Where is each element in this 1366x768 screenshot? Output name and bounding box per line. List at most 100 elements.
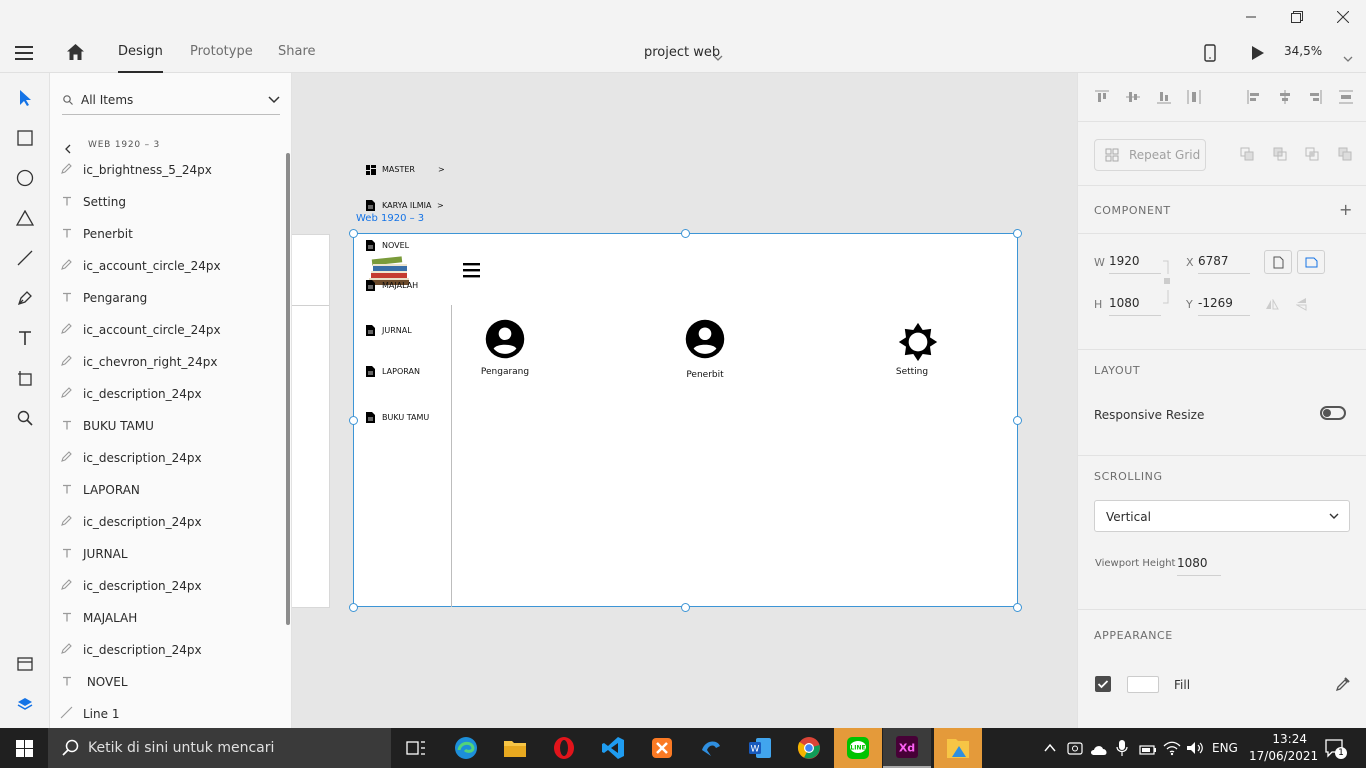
device-preview-icon[interactable] <box>1204 44 1216 66</box>
flip-vertical-icon[interactable] <box>1295 296 1308 315</box>
rectangle-tool-icon[interactable] <box>12 125 38 151</box>
layer-item[interactable]: JURNAL <box>50 538 286 570</box>
document-title[interactable]: project web <box>644 45 720 60</box>
responsive-resize-toggle[interactable] <box>1320 406 1346 420</box>
layer-item[interactable]: Setting <box>50 186 286 218</box>
clock-date[interactable]: 17/06/2021 <box>1249 749 1318 763</box>
edge-browser-icon[interactable] <box>442 728 490 768</box>
subtract-boolean-icon[interactable] <box>1273 147 1287 161</box>
clock-time[interactable]: 13:24 <box>1265 732 1307 746</box>
chevron-down-icon[interactable] <box>713 47 723 66</box>
resize-handle[interactable] <box>349 229 358 238</box>
tab-design[interactable]: Design <box>118 33 163 73</box>
onedrive-icon[interactable] <box>1090 741 1108 760</box>
layer-item[interactable]: MAJALAH <box>50 602 286 634</box>
width-field[interactable]: 1920 <box>1109 250 1161 274</box>
layer-item[interactable]: LAPORAN <box>50 474 286 506</box>
photos-app-icon[interactable] <box>934 728 982 768</box>
layer-item[interactable]: ic_account_circle_24px <box>50 250 286 282</box>
resize-handle[interactable] <box>681 603 690 612</box>
resize-handle[interactable] <box>1013 603 1022 612</box>
taskbar-search-box[interactable]: Ketik di sini untuk mencari <box>48 728 391 768</box>
layer-item[interactable]: ic_chevron_right_24px <box>50 346 286 378</box>
align-top-icon[interactable] <box>1094 89 1110 109</box>
vscode-icon[interactable] <box>589 728 637 768</box>
task-view-icon[interactable] <box>392 728 440 768</box>
home-icon[interactable] <box>66 43 85 65</box>
height-field[interactable]: 1080 <box>1109 292 1161 316</box>
align-middle-icon[interactable] <box>1125 89 1141 109</box>
repeat-grid-button[interactable]: Repeat Grid <box>1094 139 1206 171</box>
adobe-xd-icon[interactable]: Xd <box>883 728 931 768</box>
tab-prototype[interactable]: Prototype <box>190 33 253 73</box>
microphone-icon[interactable] <box>1116 739 1128 761</box>
restore-button[interactable] <box>1274 0 1320 33</box>
tab-share[interactable]: Share <box>278 33 316 73</box>
hamburger-menu-icon[interactable] <box>463 262 480 282</box>
chrome-icon[interactable] <box>785 728 833 768</box>
layer-item[interactable]: ic_description_24px <box>50 378 286 410</box>
line-tool-icon[interactable] <box>12 245 38 271</box>
viewport-height-field[interactable]: 1080 <box>1177 552 1221 576</box>
eyedropper-icon[interactable] <box>1335 676 1351 696</box>
align-bottom-icon[interactable] <box>1156 89 1172 109</box>
zoom-tool-icon[interactable] <box>12 405 38 431</box>
align-left-icon[interactable] <box>1246 89 1262 109</box>
layers-breadcrumb[interactable]: WEB 1920 – 3 <box>88 140 160 150</box>
layer-item[interactable]: ic_description_24px <box>50 506 286 538</box>
minimize-button[interactable] <box>1228 0 1274 33</box>
zoom-level[interactable]: 34,5% <box>1284 44 1322 58</box>
resize-handle[interactable] <box>1013 229 1022 238</box>
neighbor-artboard[interactable] <box>292 234 330 608</box>
battery-icon[interactable] <box>1139 741 1157 760</box>
exclude-boolean-icon[interactable] <box>1338 147 1352 161</box>
add-boolean-icon[interactable] <box>1240 147 1254 161</box>
file-explorer-icon[interactable] <box>491 728 539 768</box>
artboard[interactable]: MASTER > KARYA ILMIA > NOVEL MAJALAH JURNAL LAP… <box>353 164 1018 607</box>
fill-checkbox[interactable] <box>1095 676 1111 692</box>
layer-item[interactable]: Penerbit <box>50 218 286 250</box>
ellipse-tool-icon[interactable] <box>12 165 38 191</box>
layers-scrollbar[interactable] <box>286 153 290 625</box>
pen-tool-icon[interactable] <box>12 285 38 311</box>
meet-now-icon[interactable] <box>1067 740 1083 760</box>
account-circle-icon[interactable] <box>484 318 526 364</box>
lock-aspect-icon[interactable] <box>1163 260 1171 308</box>
word-icon[interactable]: W <box>736 728 784 768</box>
artboard-menu-item[interactable]: LAPORAN <box>366 364 446 378</box>
layers-search[interactable]: All Items <box>62 87 280 115</box>
artboard-tool-icon[interactable] <box>12 365 38 391</box>
line-app-icon[interactable]: LINE <box>834 728 882 768</box>
play-preview-icon[interactable] <box>1251 45 1265 65</box>
layer-item[interactable]: ic_description_24px <box>50 442 286 474</box>
xampp-icon[interactable] <box>638 728 686 768</box>
layer-item[interactable]: BUKU TAMU <box>50 410 286 442</box>
distribute-horizontal-icon[interactable] <box>1338 89 1354 109</box>
zoom-dropdown-icon[interactable] <box>1343 48 1353 67</box>
design-canvas[interactable]: Web 1920 – 3 MASTER > KARYA ILMIA > NOVEL MAJ… <box>292 73 1077 728</box>
artboard-menu-item[interactable]: MASTER > <box>366 162 446 176</box>
scrolling-select[interactable]: Vertical <box>1094 500 1350 532</box>
artboard-menu-item[interactable]: BUKU TAMU <box>366 410 446 424</box>
add-component-icon[interactable]: + <box>1339 200 1352 219</box>
layer-item[interactable]: NOVEL <box>50 666 286 698</box>
align-center-icon[interactable] <box>1277 89 1293 109</box>
intersect-boolean-icon[interactable] <box>1305 147 1319 161</box>
layers-panel-icon[interactable] <box>12 691 38 717</box>
polygon-tool-icon[interactable] <box>12 205 38 231</box>
resize-handle[interactable] <box>349 603 358 612</box>
windows-start-icon[interactable] <box>0 728 48 768</box>
dolphin-app-icon[interactable] <box>687 728 735 768</box>
close-window-button[interactable] <box>1320 0 1366 33</box>
select-tool-icon[interactable] <box>12 85 38 111</box>
opera-browser-icon[interactable] <box>540 728 588 768</box>
layer-item[interactable]: ic_account_circle_24px <box>50 314 286 346</box>
artboard-label[interactable]: Web 1920 – 3 <box>356 213 424 224</box>
artboard-menu-item[interactable]: KARYA ILMIA > <box>366 198 446 212</box>
volume-icon[interactable] <box>1186 740 1204 760</box>
artboard-menu-item[interactable]: JURNAL <box>366 323 446 337</box>
brightness-icon[interactable] <box>898 322 938 366</box>
show-hidden-icons-icon[interactable] <box>1043 740 1057 759</box>
resize-handle[interactable] <box>681 229 690 238</box>
flip-horizontal-icon[interactable] <box>1265 296 1279 315</box>
